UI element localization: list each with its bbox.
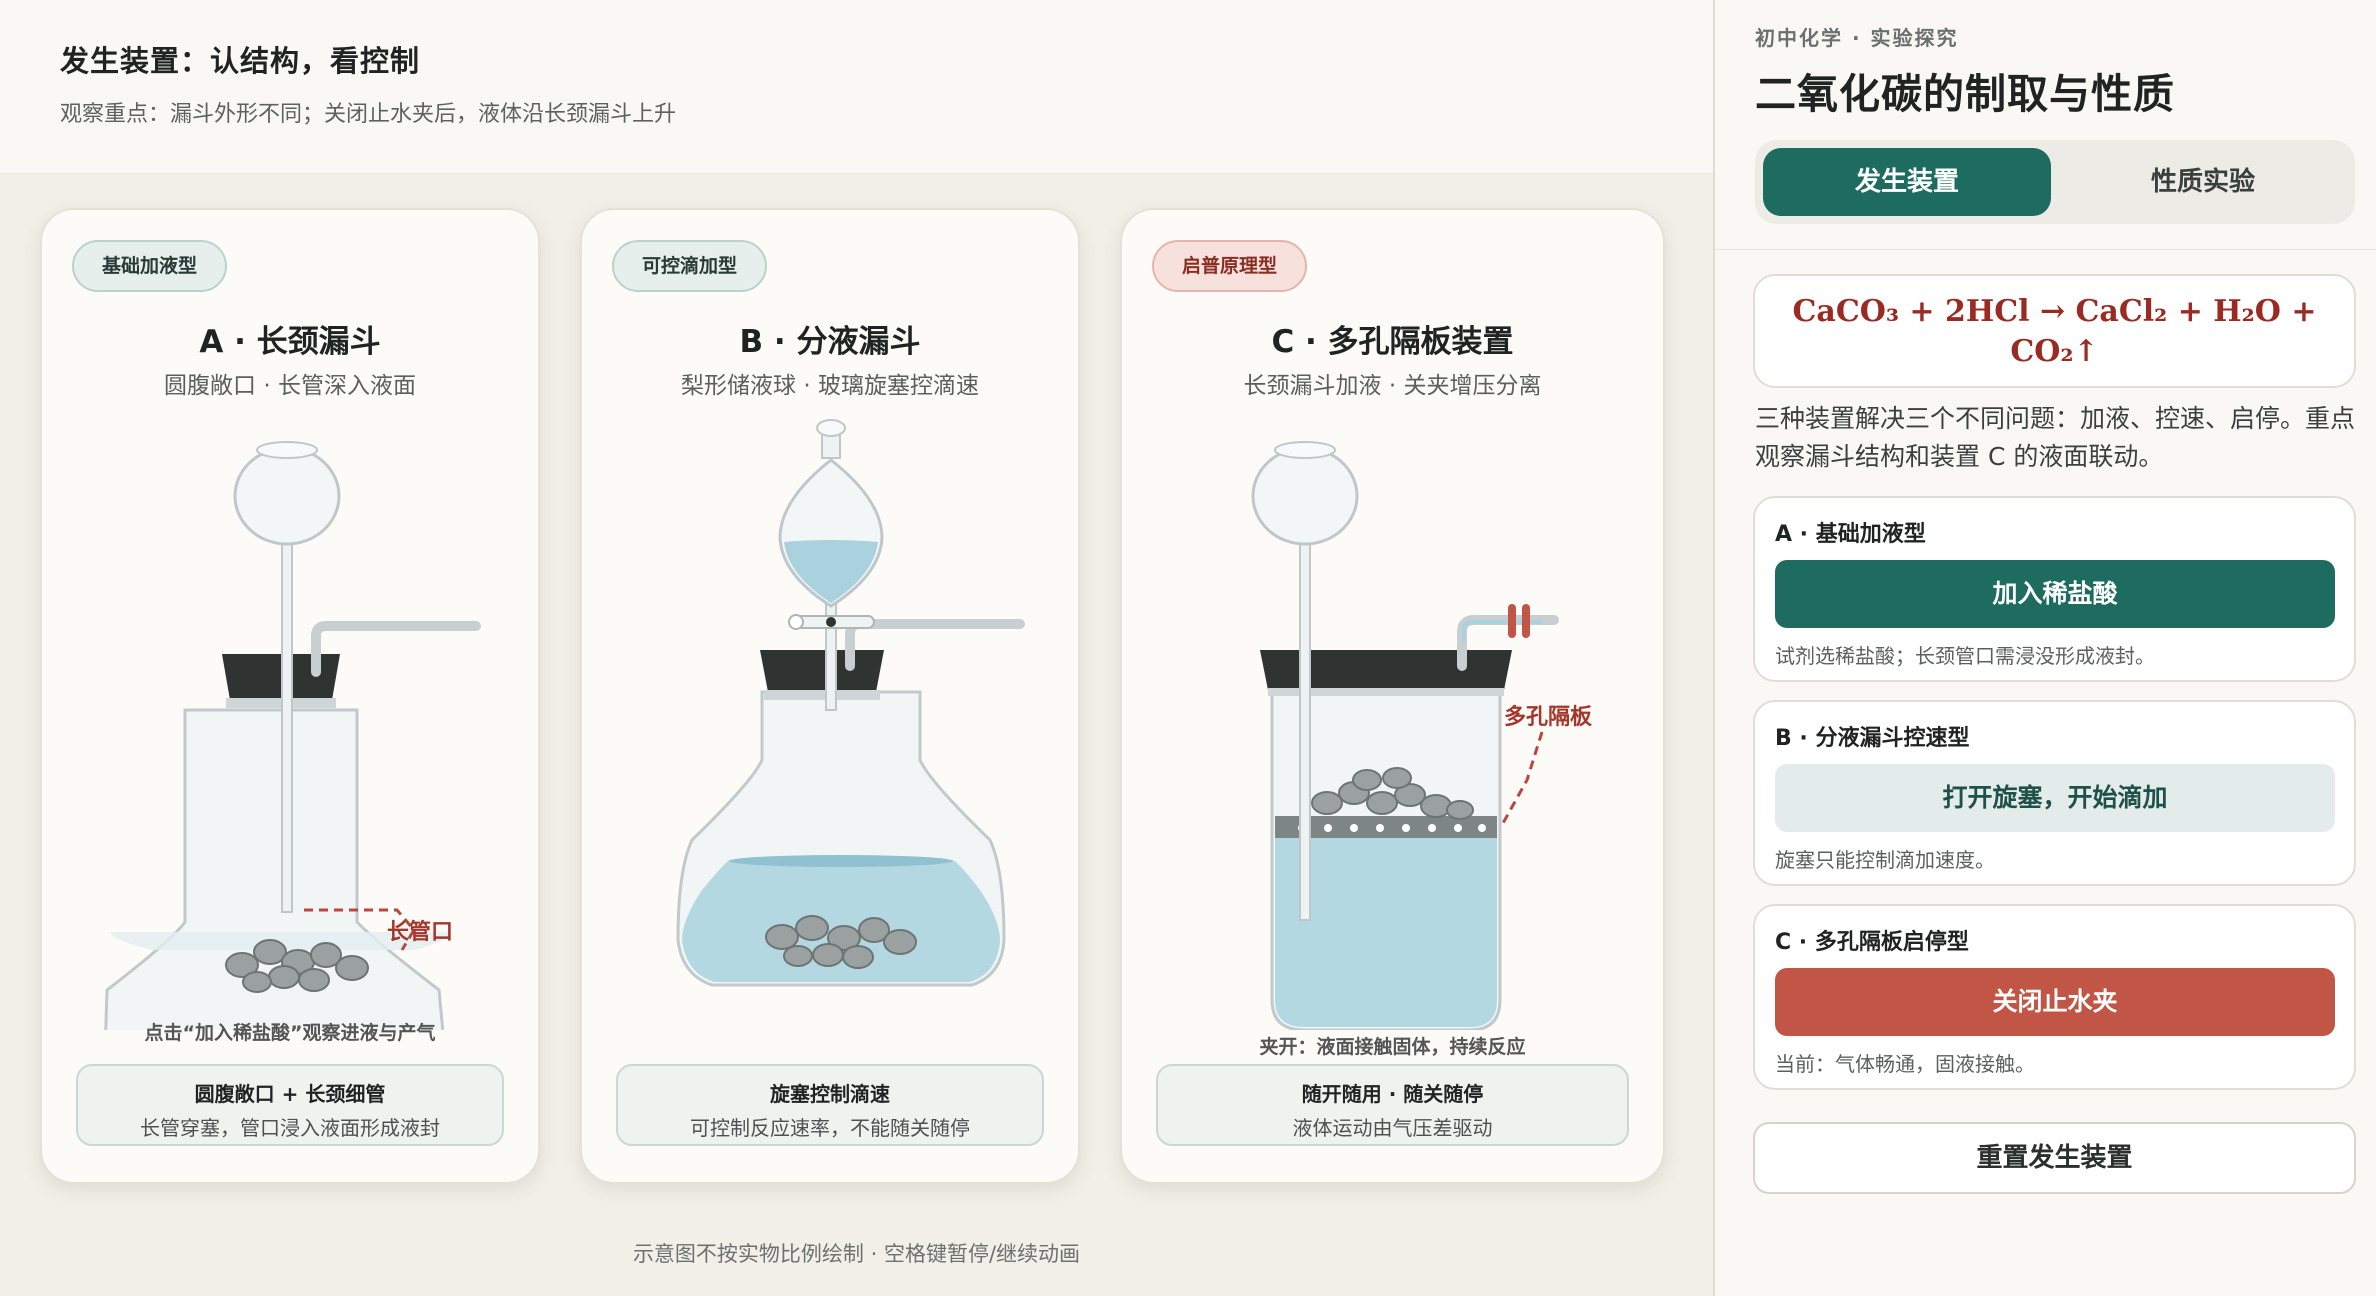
rubber-stopper — [760, 650, 884, 692]
water-clamp-icon-2[interactable] — [1522, 604, 1530, 638]
sidebar-intro: 三种装置解决三个不同问题：加液、控速、启停。重点观察漏斗结构和装置 C 的液面联… — [1755, 404, 2356, 471]
water-clamp-icon[interactable] — [1508, 604, 1516, 638]
main-area: 发生装置：认结构，看控制 观察重点：漏斗外形不同；关闭止水夹后，液体沿长颈漏斗上… — [0, 0, 1713, 1296]
apparatus-card-c: 启普原理型 C · 多孔隔板装置 长颈漏斗加液 · 关夹增压分离 多孔隔板 夹开… — [1120, 208, 1665, 1184]
card-tag: 启普原理型 — [1152, 240, 1308, 292]
separatory-funnel-diagram — [676, 419, 1025, 987]
card-description: 长颈漏斗加液 · 关夹增压分离 — [1243, 373, 1542, 399]
tab-generation-apparatus[interactable]: 发生装置 — [1763, 148, 2051, 216]
close-clamp-button[interactable]: 关闭止水夹 — [1775, 968, 2335, 1036]
control-title: C · 多孔隔板启停型 — [1775, 930, 1969, 955]
card-info-desc: 可控制反应速率，不能随关随停 — [690, 1116, 970, 1140]
funnel-long-tube — [281, 529, 293, 913]
long-neck-funnel-diagram: 长管口 — [104, 441, 481, 1030]
control-title: A · 基础加液型 — [1775, 522, 1926, 547]
page-subtitle: 观察重点：漏斗外形不同；关闭止水夹后，液体沿长颈漏斗上升 — [60, 102, 677, 127]
control-hint: 当前：气体畅通，固液接触。 — [1775, 1052, 2035, 1076]
porous-plate-label: 多孔隔板 — [1504, 704, 1593, 730]
card-description: 圆腹敞口 · 长管深入液面 — [164, 373, 416, 399]
card-description: 梨形储液球 · 玻璃旋塞控滴速 — [681, 373, 979, 399]
card-info: 旋塞控制滴速 可控制反应速率，不能随关随停 — [616, 1064, 1044, 1146]
card-info: 圆腹敞口 + 长颈细管 长管穿塞，管口浸入液面形成液封 — [76, 1064, 504, 1146]
stopcock-handle[interactable] — [788, 614, 804, 630]
sidebar-title: 二氧化碳的制取与性质 — [1755, 70, 2175, 118]
footer-note: 示意图不按实物比例绘制 · 空格键暂停/继续动画 — [632, 1242, 1081, 1266]
porous-plate-diagram: 多孔隔板 — [1251, 441, 1593, 1030]
control-hint: 试剂选稀盐酸；长颈管口需浸没形成液封。 — [1775, 644, 2155, 668]
apparatus-card-b: 可控滴加型 B · 分液漏斗 梨形储液球 · 玻璃旋塞控滴速 旋塞控制滴速 可控… — [580, 208, 1080, 1184]
funnel-stopper — [816, 419, 846, 437]
control-panel-b: B · 分液漏斗控速型 打开旋塞，开始滴加 旋塞只能控制滴加速度。 — [1753, 700, 2356, 886]
funnel-acid — [784, 540, 878, 603]
flask-neck-rim — [764, 690, 880, 700]
tube-mouth-label: 长管口 — [387, 919, 453, 945]
card-title: C · 多孔隔板装置 — [1271, 324, 1514, 360]
card-tag: 基础加液型 — [72, 240, 228, 292]
card-info-desc: 长管穿塞，管口浸入液面形成液封 — [140, 1116, 440, 1140]
card-title: A · 长颈漏斗 — [199, 324, 381, 360]
sidebar-header: 初中化学 · 实验探究 二氧化碳的制取与性质 发生装置 性质实验 — [1715, 0, 2376, 250]
liquid-surface — [729, 855, 953, 867]
card-title: B · 分液漏斗 — [739, 324, 921, 360]
gas-delivery-tube — [311, 621, 481, 677]
control-panel-c: C · 多孔隔板启停型 关闭止水夹 当前：气体畅通，固液接触。 — [1753, 904, 2356, 1090]
eyebrow: 初中化学 · 实验探究 — [1755, 26, 1959, 50]
callout-line — [1500, 731, 1544, 826]
control-title: B · 分液漏斗控速型 — [1775, 726, 1970, 751]
card-info: 随开随用 · 随关随停 液体运动由气压差驱动 — [1156, 1064, 1629, 1146]
sidebar: 初中化学 · 实验探究 二氧化碳的制取与性质 发生装置 性质实验 CaCO₃ +… — [1713, 0, 2376, 1296]
card-info-desc: 液体运动由气压差驱动 — [1292, 1116, 1493, 1140]
apparatus-card-a: 基础加液型 A · 长颈漏斗 圆腹敞口 · 长管深入液面 长管口 点击“加入稀盐… — [40, 208, 540, 1184]
page-title: 发生装置：认结构，看控制 — [60, 44, 421, 78]
open-stopcock-button[interactable]: 打开旋塞，开始滴加 — [1775, 764, 2335, 832]
reset-button[interactable]: 重置发生装置 — [1753, 1122, 2356, 1194]
funnel-bulb — [233, 446, 341, 546]
card-tag: 可控滴加型 — [612, 240, 768, 292]
card-info-title: 随开随用 · 随关随停 — [1301, 1082, 1484, 1106]
funnel-mouth — [256, 441, 318, 459]
control-panel-a: A · 基础加液型 加入稀盐酸 试剂选稀盐酸；长颈管口需浸没形成液封。 — [1753, 496, 2356, 682]
main-header: 发生装置：认结构，看控制 观察重点：漏斗外形不同；关闭止水夹后，液体沿长颈漏斗上… — [0, 0, 1713, 174]
card-info-title: 旋塞控制滴速 — [770, 1082, 890, 1106]
funnel-bulb — [1251, 446, 1359, 546]
card-info-title: 圆腹敞口 + 长颈细管 — [194, 1082, 386, 1106]
tab-bar: 发生装置 性质实验 — [1755, 140, 2355, 224]
funnel-long-tube — [1299, 529, 1311, 921]
stopcock-bore — [826, 617, 836, 627]
equation-box: CaCO₃ + 2HCl → CaCl₂ + H₂O + CO₂↑ — [1753, 274, 2356, 388]
rubber-stopper — [1260, 650, 1512, 690]
flask-liquid — [682, 860, 1000, 982]
tab-property-experiment[interactable]: 性质实验 — [2059, 148, 2347, 216]
card-note: 夹开：液面接触固体，持续反应 — [1259, 1036, 1526, 1058]
funnel-mouth — [1274, 441, 1336, 459]
card-note: 点击“加入稀盐酸”观察进液与产气 — [144, 1022, 436, 1044]
add-acid-button[interactable]: 加入稀盐酸 — [1775, 560, 2335, 628]
control-hint: 旋塞只能控制滴加速度。 — [1775, 848, 1995, 872]
